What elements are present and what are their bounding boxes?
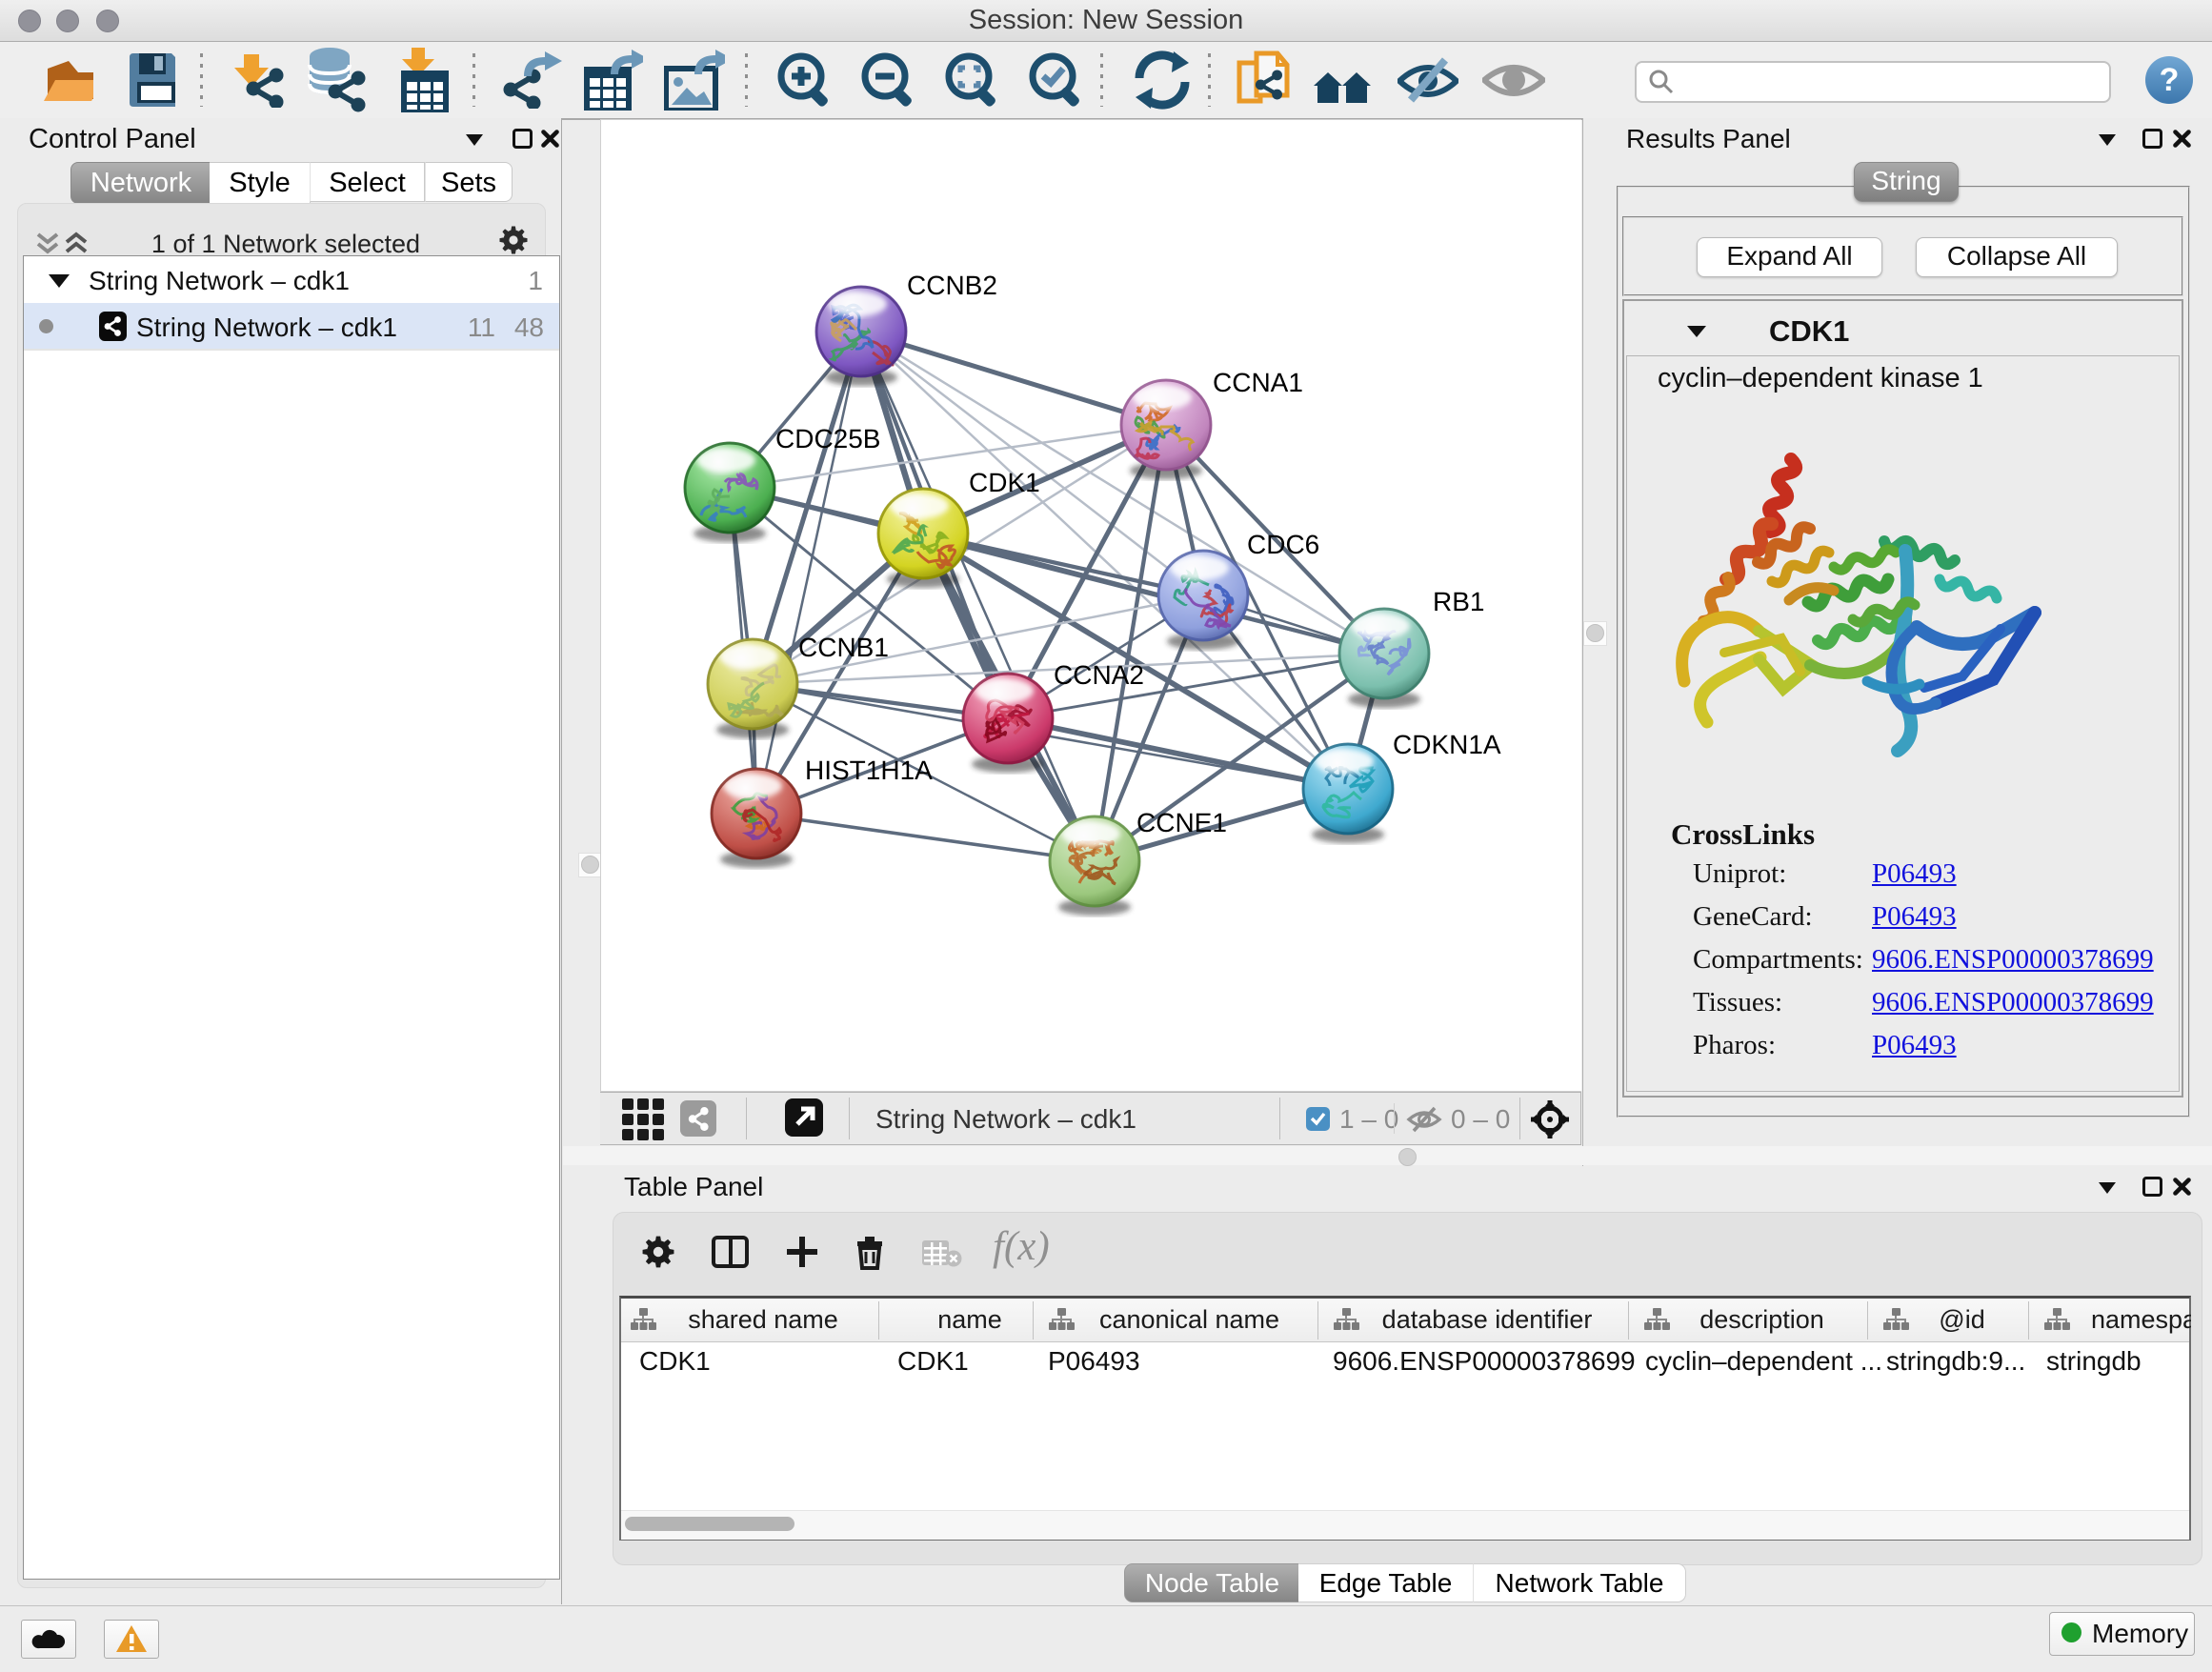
svg-text:CDK1: CDK1 bbox=[969, 468, 1040, 497]
svg-text:CDC25B: CDC25B bbox=[775, 424, 880, 453]
svg-text:CCNA2: CCNA2 bbox=[1054, 660, 1144, 690]
svg-text:CCNA1: CCNA1 bbox=[1213, 368, 1303, 397]
svg-text:RB1: RB1 bbox=[1433, 587, 1484, 616]
svg-text:CCNB1: CCNB1 bbox=[798, 633, 889, 662]
svg-text:CCNE1: CCNE1 bbox=[1136, 808, 1227, 837]
svg-text:HIST1H1A: HIST1H1A bbox=[805, 755, 933, 785]
svg-text:CDKN1A: CDKN1A bbox=[1393, 730, 1501, 759]
svg-text:CDC6: CDC6 bbox=[1247, 530, 1319, 559]
svg-text:CCNB2: CCNB2 bbox=[907, 271, 997, 300]
